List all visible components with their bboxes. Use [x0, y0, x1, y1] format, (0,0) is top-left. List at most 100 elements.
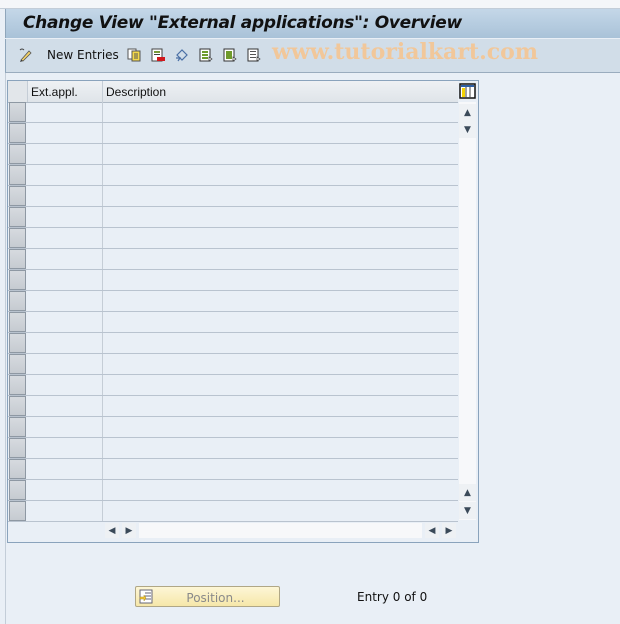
- cell-ext-appl[interactable]: [28, 438, 103, 458]
- column-header-description[interactable]: Description: [103, 81, 457, 102]
- application-toolbar: New Entries www.tutorialkart.com: [5, 39, 620, 73]
- cell-ext-appl[interactable]: [28, 333, 103, 353]
- row-selector-button[interactable]: [9, 207, 26, 227]
- select-block-icon[interactable]: [223, 47, 237, 62]
- cell-ext-appl[interactable]: [28, 417, 103, 437]
- row-selector-button[interactable]: [9, 396, 26, 416]
- cell-ext-appl[interactable]: [28, 375, 103, 395]
- scroll-left-button[interactable]: ◀: [425, 523, 439, 538]
- cell-description[interactable]: [103, 207, 457, 227]
- scroll-up-button[interactable]: ▲: [459, 104, 476, 121]
- cell-ext-appl[interactable]: [28, 501, 103, 521]
- cell-description[interactable]: [103, 375, 457, 395]
- row-selector-button[interactable]: [9, 144, 26, 164]
- cell-description[interactable]: [103, 270, 457, 290]
- cell-description[interactable]: [103, 102, 457, 122]
- scroll-page-up-button[interactable]: ▲: [459, 484, 476, 501]
- row-selector-button[interactable]: [9, 375, 26, 395]
- cell-description[interactable]: [103, 396, 457, 416]
- table-row: [8, 186, 458, 207]
- select-all-icon[interactable]: [199, 47, 213, 62]
- scroll-page-down-button[interactable]: ▼: [459, 502, 476, 519]
- cell-ext-appl[interactable]: [28, 354, 103, 374]
- cell-ext-appl[interactable]: [28, 228, 103, 248]
- row-selector-button[interactable]: [9, 102, 26, 122]
- table-row: [8, 165, 458, 186]
- cell-ext-appl[interactable]: [28, 291, 103, 311]
- triangle-right-icon: ▶: [445, 525, 453, 536]
- column-label: Ext.appl.: [31, 85, 78, 99]
- cell-ext-appl[interactable]: [28, 207, 103, 227]
- cell-description[interactable]: [103, 123, 457, 143]
- row-selector-button[interactable]: [9, 291, 26, 311]
- table-settings-button[interactable]: [459, 82, 476, 100]
- cell-description[interactable]: [103, 417, 457, 437]
- table-row: [8, 417, 458, 438]
- cell-description[interactable]: [103, 165, 457, 185]
- undo-change-icon[interactable]: [175, 47, 189, 62]
- scroll-right-button[interactable]: ▶: [442, 523, 456, 538]
- cell-description[interactable]: [103, 144, 457, 164]
- cell-ext-appl[interactable]: [28, 186, 103, 206]
- cell-description[interactable]: [103, 480, 457, 500]
- row-selector-button[interactable]: [9, 312, 26, 332]
- row-selector-button[interactable]: [9, 354, 26, 374]
- cell-ext-appl[interactable]: [28, 144, 103, 164]
- select-all-rows-button[interactable]: [8, 81, 28, 102]
- cell-ext-appl[interactable]: [28, 123, 103, 143]
- table-header: Ext.appl. Description: [8, 81, 458, 103]
- watermark-text: www.tutorialkart.com: [272, 39, 539, 65]
- cell-ext-appl[interactable]: [28, 312, 103, 332]
- row-selector-button[interactable]: [9, 165, 26, 185]
- horizontal-scrollbar[interactable]: ◀ ▶ ◀ ▶: [105, 523, 456, 538]
- row-selector-button[interactable]: [9, 438, 26, 458]
- new-entries-button[interactable]: New Entries: [47, 48, 119, 62]
- table-row: [8, 102, 458, 123]
- cell-description[interactable]: [103, 459, 457, 479]
- table-row: [8, 228, 458, 249]
- cell-ext-appl[interactable]: [28, 270, 103, 290]
- cell-ext-appl[interactable]: [28, 249, 103, 269]
- row-selector-button[interactable]: [9, 270, 26, 290]
- position-button[interactable]: Position...: [135, 586, 280, 607]
- cell-ext-appl[interactable]: [28, 165, 103, 185]
- row-selector-button[interactable]: [9, 249, 26, 269]
- row-selector-button[interactable]: [9, 228, 26, 248]
- row-selector-button[interactable]: [9, 186, 26, 206]
- cell-description[interactable]: [103, 249, 457, 269]
- vertical-scrollbar[interactable]: ▲ ▼ ▲ ▼: [459, 102, 476, 520]
- copy-as-icon[interactable]: [127, 47, 141, 62]
- cell-description[interactable]: [103, 291, 457, 311]
- scroll-down-button[interactable]: ▼: [459, 121, 476, 138]
- cell-description[interactable]: [103, 333, 457, 353]
- horizontal-scroll-track[interactable]: [139, 523, 422, 538]
- delete-icon[interactable]: [151, 47, 165, 62]
- window-top-strip: [0, 0, 620, 9]
- triangle-left-icon: ◀: [108, 525, 116, 536]
- cell-description[interactable]: [103, 312, 457, 332]
- cell-ext-appl[interactable]: [28, 459, 103, 479]
- cell-ext-appl[interactable]: [28, 480, 103, 500]
- triangle-up-icon: ▲: [464, 107, 471, 118]
- table-row: [8, 123, 458, 144]
- row-selector-button[interactable]: [9, 459, 26, 479]
- cell-description[interactable]: [103, 501, 457, 521]
- table-settings-icon: [459, 83, 476, 99]
- cell-ext-appl[interactable]: [28, 396, 103, 416]
- row-selector-button[interactable]: [9, 501, 26, 521]
- deselect-all-icon[interactable]: [247, 47, 261, 62]
- row-selector-button[interactable]: [9, 123, 26, 143]
- change-display-icon[interactable]: [18, 47, 32, 62]
- scroll-right-fixed-button[interactable]: ▶: [122, 523, 136, 538]
- scroll-left-fixed-button[interactable]: ◀: [105, 523, 119, 538]
- cell-ext-appl[interactable]: [28, 102, 103, 122]
- cell-description[interactable]: [103, 228, 457, 248]
- cell-description[interactable]: [103, 186, 457, 206]
- table-body: [8, 102, 458, 522]
- row-selector-button[interactable]: [9, 333, 26, 353]
- cell-description[interactable]: [103, 354, 457, 374]
- cell-description[interactable]: [103, 438, 457, 458]
- row-selector-button[interactable]: [9, 417, 26, 437]
- row-selector-button[interactable]: [9, 480, 26, 500]
- column-header-ext-appl[interactable]: Ext.appl.: [28, 81, 103, 102]
